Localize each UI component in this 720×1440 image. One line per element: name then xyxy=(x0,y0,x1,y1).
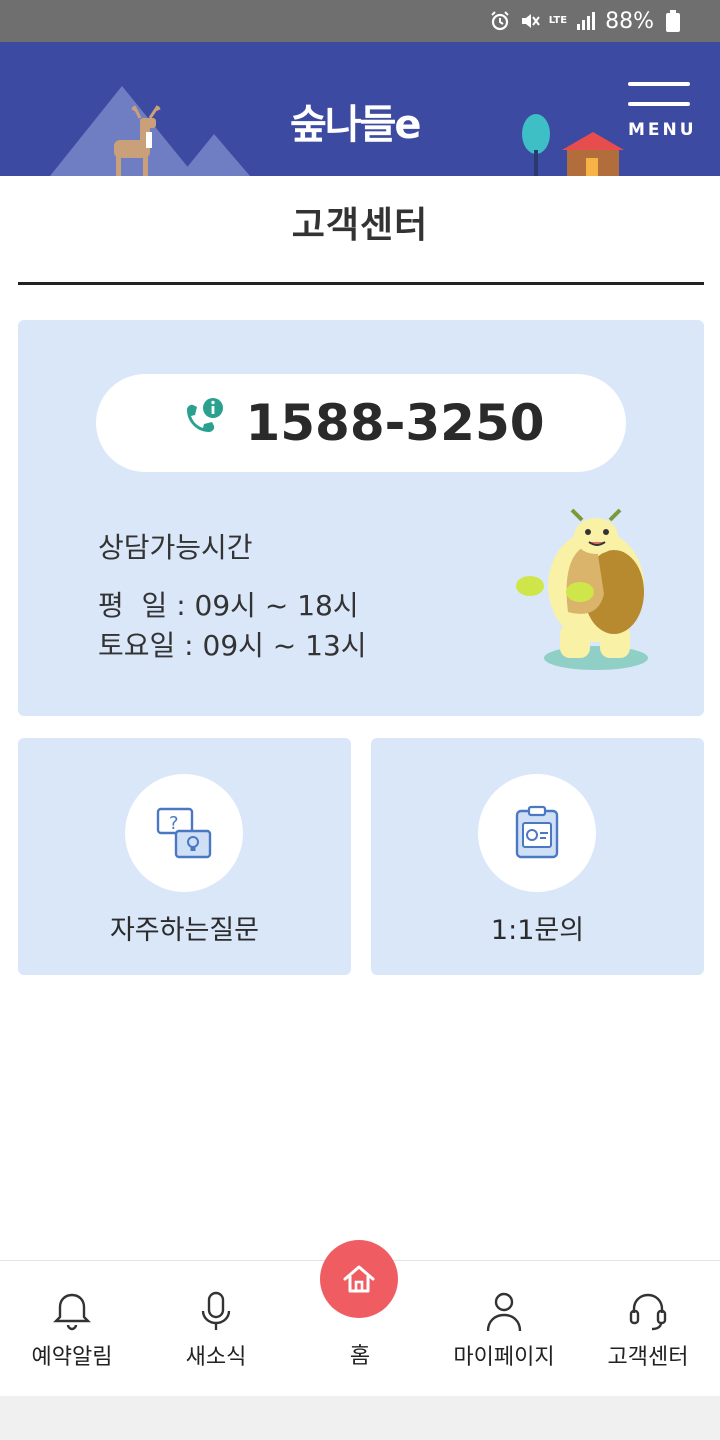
signal-icon xyxy=(575,10,597,32)
system-navigation-bar xyxy=(0,1396,720,1440)
saturday-hours: 토요일 : 09시 ~ 13시 xyxy=(98,629,367,662)
alarm-icon xyxy=(489,10,511,32)
faq-chat-icon: ? xyxy=(156,807,212,859)
app-logo[interactable]: 숲나들e xyxy=(286,70,436,148)
inquiry-label: 1:1문의 xyxy=(490,915,585,946)
home-icon xyxy=(343,1265,375,1293)
nav-news[interactable]: 새소식 xyxy=(144,1261,288,1397)
menu-label: MENU xyxy=(628,120,697,140)
phone-info-icon xyxy=(177,396,227,450)
inquiry-card[interactable]: 1:1문의 xyxy=(371,738,704,975)
battery-percent: 88% xyxy=(605,8,654,34)
phone-number: 1588-3250 xyxy=(245,394,545,452)
nav-mypage[interactable]: 마이페이지 xyxy=(432,1261,576,1397)
bell-icon xyxy=(53,1293,91,1331)
contact-info-card: 1588-3250 상담가능시간 평 일 : 09시 ~ 18시 토요일 : 0… xyxy=(18,320,704,716)
nav-customer-center[interactable]: 고객센터 xyxy=(576,1261,720,1397)
menu-button[interactable]: MENU xyxy=(624,78,694,148)
network-type: LTE xyxy=(548,15,568,26)
mascot-illustration xyxy=(516,508,648,670)
menu-bar-middle xyxy=(628,102,690,106)
clipboard-inquiry-icon xyxy=(515,805,559,859)
nav-reservation-alert[interactable]: 예약알림 xyxy=(0,1261,144,1397)
faq-label: 자주하는질문 xyxy=(109,915,260,946)
app-header: 숲나들e MENU xyxy=(0,42,720,176)
inquiry-icon-circle xyxy=(478,774,596,892)
battery-icon xyxy=(662,10,684,32)
title-divider xyxy=(18,282,704,285)
logo-text: 숲나들e xyxy=(290,102,422,148)
hours-title: 상담가능시간 xyxy=(98,531,253,564)
faq-icon-circle: ? xyxy=(125,774,243,892)
mute-icon xyxy=(519,10,541,32)
nav-label-home: 홈 xyxy=(349,1344,371,1369)
call-button[interactable]: 1588-3250 xyxy=(96,374,626,472)
nav-label-mypage: 마이페이지 xyxy=(453,1345,555,1370)
faq-card[interactable]: ? 자주하는질문 xyxy=(18,738,351,975)
page-title: 고객센터 xyxy=(291,205,429,246)
headset-icon xyxy=(629,1293,667,1331)
nav-home-button[interactable] xyxy=(320,1240,398,1318)
nav-label-reservation-alert: 예약알림 xyxy=(31,1345,113,1370)
menu-bar-top xyxy=(628,82,690,86)
person-icon xyxy=(486,1292,522,1332)
weekday-hours: 평 일 : 09시 ~ 18시 xyxy=(98,589,359,622)
nav-label-news: 새소식 xyxy=(185,1345,247,1370)
nav-label-customer-center: 고객센터 xyxy=(607,1345,689,1370)
status-bar: LTE 88% xyxy=(0,0,720,42)
microphone-icon xyxy=(201,1291,231,1330)
